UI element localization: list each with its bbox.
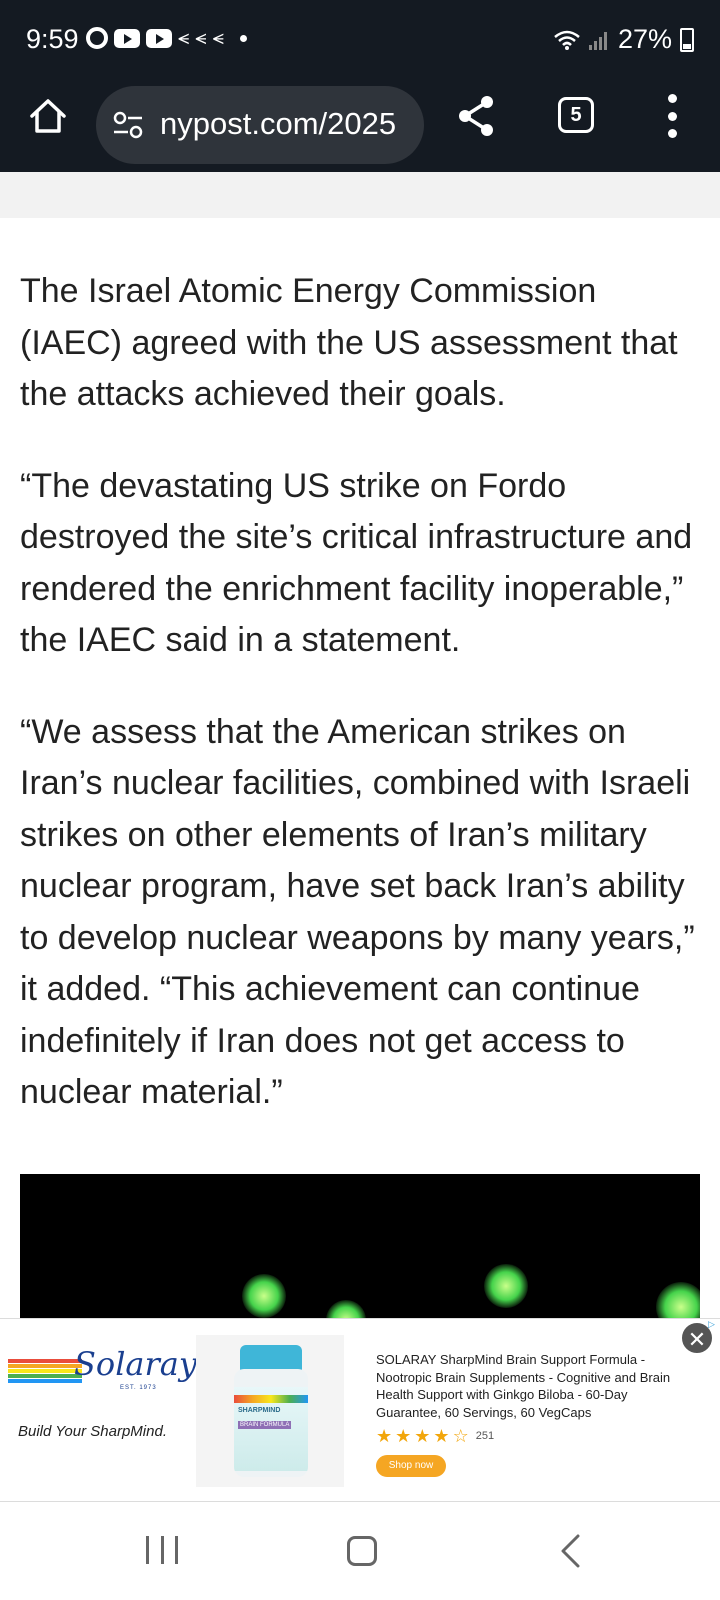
bottle-label-name: SHARPMIND xyxy=(238,1407,281,1414)
youtube-icon xyxy=(146,28,172,48)
tune-icon[interactable] xyxy=(112,110,144,140)
tab-switcher-button[interactable]: 5 xyxy=(558,97,594,133)
notification-icons: ⪪ ⪪ ⪪ xyxy=(86,27,247,49)
ad-tagline: Build Your SharpMind. xyxy=(18,1423,167,1440)
article-paragraph: “The devastating US strike on Fordo dest… xyxy=(20,466,693,660)
battery-percent: 27% xyxy=(617,24,672,54)
article-body: The Israel Atomic Energy Commission (IAE… xyxy=(20,266,700,1159)
ad-product-image[interactable]: SHARPMIND BRAIN FORMULA xyxy=(196,1335,344,1487)
shop-now-button[interactable]: Shop now xyxy=(376,1455,446,1477)
article-paragraph: The Israel Atomic Energy Commission (IAE… xyxy=(20,272,678,413)
status-time: 9:59 xyxy=(26,24,79,54)
bird-icon: ⪪ xyxy=(212,27,224,49)
article-paragraph: “We assess that the American strikes on … xyxy=(20,712,695,1112)
browser-toolbar: nypost.com/2025 5 xyxy=(0,80,720,172)
review-count: 251 xyxy=(475,1430,495,1442)
bird-icon: ⪪ xyxy=(195,27,207,49)
ad-rating: ★ ★ ★ ★ ☆ 251 xyxy=(376,1427,494,1445)
signal-icon xyxy=(588,31,607,50)
bottle-cap xyxy=(240,1345,302,1371)
share-icon[interactable] xyxy=(456,94,496,138)
home-button-icon[interactable] xyxy=(347,1536,377,1566)
back-icon[interactable] xyxy=(556,1534,586,1568)
logo-stripes xyxy=(8,1359,82,1384)
page-header-strip xyxy=(0,172,720,218)
system-nav-bar xyxy=(0,1502,720,1600)
battery-icon xyxy=(680,27,694,52)
recent-apps-icon[interactable] xyxy=(146,1536,178,1564)
ad-description[interactable]: SOLARAY SharpMind Brain Support Formula … xyxy=(376,1351,696,1421)
status-right: 27% xyxy=(554,24,694,55)
article-photo[interactable] xyxy=(20,1174,700,1324)
ad-brand-est: EST. 1973 xyxy=(120,1385,157,1391)
more-notifications-dot xyxy=(239,34,247,42)
url-text[interactable]: nypost.com/2025 xyxy=(160,106,410,142)
half-star-icon: ☆ xyxy=(452,1426,469,1446)
star-icon: ★ xyxy=(395,1426,412,1446)
star-icon: ★ xyxy=(376,1426,393,1446)
star-icon: ★ xyxy=(433,1426,450,1446)
threads-icon xyxy=(86,27,108,49)
address-bar[interactable]: nypost.com/2025 xyxy=(96,86,424,164)
bird-icon: ⪪ xyxy=(178,27,190,49)
photo-light xyxy=(484,1264,528,1308)
star-icon: ★ xyxy=(414,1426,431,1446)
bottle-body: SHARPMIND BRAIN FORMULA xyxy=(234,1369,308,1477)
status-bar: 9:59 ⪪ ⪪ ⪪ 27% xyxy=(0,0,720,80)
more-vert-icon[interactable] xyxy=(662,94,682,138)
solaray-logo[interactable]: Solaray EST. 1973 xyxy=(8,1343,197,1393)
youtube-icon xyxy=(114,28,140,48)
bottle-label-formula: BRAIN FORMULA xyxy=(238,1421,292,1429)
home-icon[interactable] xyxy=(28,96,68,136)
adchoices-icon[interactable]: ▷ xyxy=(708,1319,715,1330)
wifi-icon xyxy=(554,30,580,50)
ad-banner[interactable]: Solaray EST. 1973 Build Your SharpMind. … xyxy=(0,1318,720,1502)
ad-brand: Solaray xyxy=(74,1345,197,1383)
photo-light xyxy=(242,1274,286,1318)
